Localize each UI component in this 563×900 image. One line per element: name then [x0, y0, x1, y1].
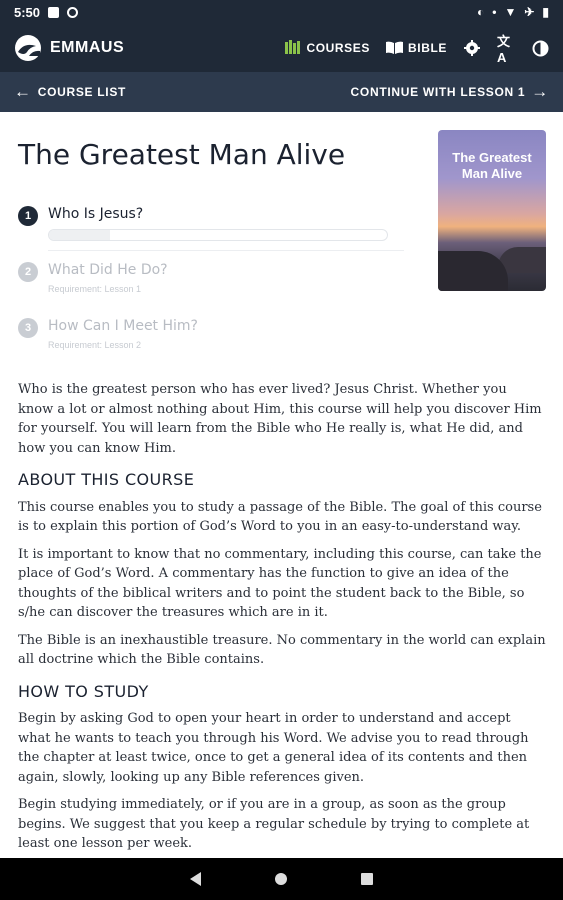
- lesson-requirement: Requirement: Lesson 1: [48, 284, 142, 294]
- settings-button[interactable]: [463, 39, 481, 57]
- lesson-item-locked: 2 What Did He Do? Requirement: Lesson 1: [18, 260, 408, 316]
- lesson-title: Who Is Jesus?: [48, 206, 144, 222]
- lesson-item-locked: 3 How Can I Meet Him? Requirement: Lesso…: [18, 316, 408, 372]
- arrow-right-icon: →: [531, 82, 549, 101]
- course-cover-image: The Greatest Man Alive: [438, 130, 546, 291]
- about-paragraph: The Bible is an inexhaustible treasure. …: [18, 632, 546, 668]
- translate-button[interactable]: 文A: [497, 34, 515, 65]
- sync-icon: [67, 6, 79, 18]
- back-icon[interactable]: [190, 872, 201, 886]
- about-paragraph: It is important to know that no commenta…: [18, 546, 542, 621]
- lesson-requirement: Requirement: Lesson 2: [48, 340, 142, 350]
- brand-logo[interactable]: EMMAUS: [14, 34, 124, 62]
- system-nav-bar: [0, 858, 563, 900]
- battery-icon: ▮: [542, 5, 549, 19]
- courses-icon: [285, 40, 301, 56]
- dot-icon: •: [492, 5, 497, 19]
- lesson-number: 1: [18, 206, 38, 226]
- status-bar: 5:50 ◐ • ▼ ✈ ▮: [0, 0, 563, 24]
- course-intro: Who is the greatest person who has ever …: [18, 382, 542, 456]
- contrast-icon: [532, 40, 548, 56]
- about-paragraph: This course enables you to study a passa…: [18, 499, 542, 535]
- nav-bible-label: BIBLE: [408, 41, 447, 55]
- airplane-icon: ✈: [524, 5, 535, 19]
- arrow-left-icon: ←: [14, 82, 32, 101]
- study-paragraph: Begin by asking God to open your heart i…: [18, 711, 529, 785]
- contrast-button[interactable]: [531, 39, 549, 57]
- study-paragraph: Begin studying immediately, or if you ar…: [18, 797, 530, 851]
- brand-name: EMMAUS: [50, 39, 125, 56]
- nav-courses-label: COURSES: [306, 41, 370, 55]
- course-content[interactable]: The Greatest Man Alive The Greatest Man …: [0, 112, 563, 858]
- recents-icon[interactable]: [361, 873, 373, 885]
- continue-lesson-label: CONTINUE WITH LESSON 1: [350, 85, 526, 99]
- study-heading: HOW TO STUDY: [18, 681, 149, 701]
- key-icon: ◐: [476, 5, 485, 19]
- settings-icon: [464, 40, 480, 56]
- lesson-progress-bar: [48, 229, 388, 241]
- lesson-number: 3: [18, 318, 38, 338]
- course-toolbar: ← COURSE LIST CONTINUE WITH LESSON 1 →: [0, 72, 563, 112]
- about-heading: ABOUT THIS COURSE: [18, 470, 195, 489]
- course-description: Who is the greatest person who has ever …: [18, 380, 546, 858]
- nav-bible[interactable]: BIBLE: [386, 41, 447, 56]
- notification-icon: [48, 6, 60, 18]
- lesson-item[interactable]: 1 Who Is Jesus?: [18, 204, 408, 260]
- course-list-label: COURSE LIST: [37, 85, 127, 99]
- lesson-list: 1 Who Is Jesus? 2 What Did He Do? Requir…: [18, 204, 408, 372]
- app-bar: EMMAUS COURSES BIBLE 文A: [0, 24, 563, 72]
- nav-courses[interactable]: COURSES: [285, 40, 370, 56]
- lesson-title: What Did He Do?: [48, 262, 168, 278]
- logo-icon: [15, 35, 41, 61]
- lesson-title: How Can I Meet Him?: [48, 318, 198, 334]
- translate-icon: 文A: [497, 34, 511, 65]
- home-icon[interactable]: [275, 873, 287, 885]
- lesson-number: 2: [18, 262, 38, 282]
- wifi-icon: ▼: [504, 5, 517, 19]
- status-time: 5:50: [14, 4, 41, 20]
- bible-icon: [386, 41, 403, 56]
- cover-title: The Greatest Man Alive: [452, 150, 532, 181]
- continue-lesson-button[interactable]: CONTINUE WITH LESSON 1 →: [351, 82, 549, 102]
- course-list-button[interactable]: ← COURSE LIST: [14, 82, 126, 102]
- lesson-progress-fill: [49, 230, 110, 240]
- course-title: The Greatest Man Alive: [18, 138, 346, 171]
